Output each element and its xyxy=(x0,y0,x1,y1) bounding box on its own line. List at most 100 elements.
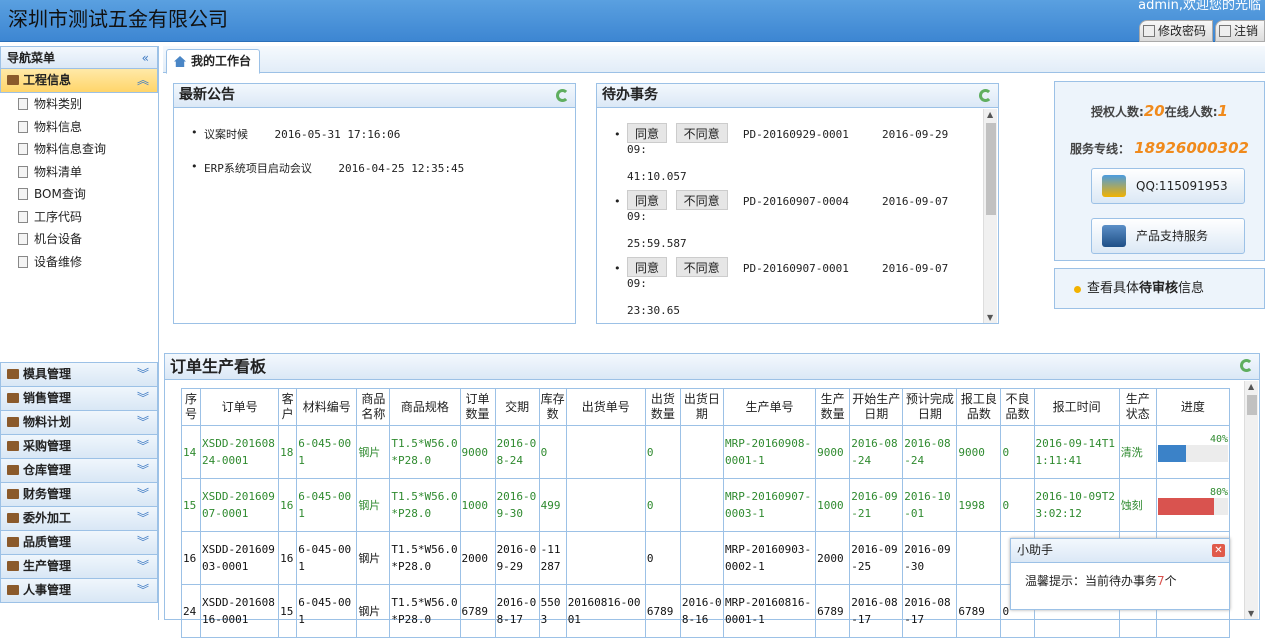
table-cell: T1.5*W56.0*P28.0 xyxy=(389,584,461,638)
announcement-item[interactable]: ERP系统项目启动会议 2016-04-25 12:35:45 xyxy=(191,160,464,176)
sidebar-group[interactable]: 品质管理 ︾ xyxy=(0,531,158,555)
helper-title-text: 小助手 xyxy=(1017,543,1054,557)
column-header: 出货数量 xyxy=(644,388,681,426)
sidebar-group[interactable]: 人事管理 ︾ xyxy=(0,579,158,603)
book-icon xyxy=(7,561,19,571)
table-cell: T1.5*W56.0*P28.0 xyxy=(389,531,461,585)
table-cell: 14 xyxy=(180,425,202,479)
sidebar-item[interactable]: 物料信息 xyxy=(0,116,158,139)
document-icon xyxy=(18,143,28,155)
scroll-down-icon[interactable]: ▼ xyxy=(987,313,993,322)
tab-workbench[interactable]: 我的工作台 xyxy=(166,49,261,74)
sidebar-group-label: 品质管理 xyxy=(23,535,72,549)
sidebar-item-label: 物料信息 xyxy=(34,119,83,134)
todo-time: 23:30.65 xyxy=(627,304,680,317)
table-cell xyxy=(679,531,724,585)
disagree-button[interactable]: 不同意 xyxy=(675,257,728,277)
table-cell xyxy=(565,531,646,585)
sidebar-group[interactable]: 生产管理 ︾ xyxy=(0,555,158,579)
table-cell: 2000 xyxy=(815,531,851,585)
book-icon xyxy=(7,513,19,523)
licensed-value: 20 xyxy=(1143,102,1165,120)
app-header: 深圳市测试五金有限公司 admin,欢迎您的光临 修改密码 注销 xyxy=(0,0,1265,42)
disagree-button[interactable]: 不同意 xyxy=(675,190,728,210)
table-cell: 2016-08-17 xyxy=(902,584,958,638)
table-row[interactable]: 14 XSDD-20160824-0001 18 6-045-001 钢片 T1.5*W5… xyxy=(180,425,1231,479)
table-cell: XSDD-20160907-0001 xyxy=(200,478,280,532)
collapse-icon[interactable]: « xyxy=(142,47,149,69)
todo-item: 同意 不同意 PD-20160907-0004 2016-09-07 09: 2… xyxy=(614,190,967,250)
column-header: 订单号 xyxy=(200,388,280,426)
support-button[interactable]: 产品支持服务 xyxy=(1091,218,1245,254)
table-header-row: 序号 订单号 客户 材料编号 商品名称 商品规格 订单数量 交期 库存数 出货单号 出货数量 出货日期… xyxy=(180,388,1231,426)
sidebar-item[interactable]: BOM查询 xyxy=(0,183,158,206)
todo-item: 同意 不同意 PD-20160929-0001 2016-09-29 09: 4… xyxy=(614,123,967,183)
table-cell: 2000 xyxy=(459,531,496,585)
table-cell: 0 xyxy=(538,425,567,479)
progress-track xyxy=(1157,498,1228,515)
table-cell: 2016-09-29 xyxy=(494,531,540,585)
todo-panel: 待办事务 同意 不同意 PD-20160929-0001 2016-09-29 … xyxy=(596,83,999,324)
table-cell: 15 xyxy=(278,584,298,638)
scroll-thumb[interactable] xyxy=(986,123,996,215)
sidebar-item[interactable]: 机台设备 xyxy=(0,228,158,251)
table-cell: T1.5*W56.0*P28.0 xyxy=(389,425,461,479)
sidebar-item[interactable]: 物料信息查询 xyxy=(0,138,158,161)
agree-button[interactable]: 同意 xyxy=(627,123,668,143)
table-cell: 6-045-001 xyxy=(296,425,358,479)
close-icon[interactable]: ✕ xyxy=(1212,544,1225,557)
sidebar-group[interactable]: 采购管理 ︾ xyxy=(0,435,158,459)
home-icon xyxy=(174,56,186,67)
disagree-button[interactable]: 不同意 xyxy=(675,123,728,143)
header-buttons: 修改密码 注销 xyxy=(1137,20,1265,42)
sidebar-group[interactable]: 物料计划 ︾ xyxy=(0,411,158,435)
announcement-item[interactable]: 议案时候 2016-05-31 17:16:06 xyxy=(191,126,400,142)
logout-button[interactable]: 注销 xyxy=(1214,20,1265,42)
user-greeting: admin,欢迎您的光临 xyxy=(1138,0,1261,13)
board-scrollbar[interactable]: ▲ ▼ xyxy=(1244,381,1258,619)
agree-button[interactable]: 同意 xyxy=(627,257,668,277)
nav-title-text: 导航菜单 xyxy=(7,51,56,65)
sidebar-item-label: 物料类别 xyxy=(34,97,83,111)
scroll-thumb[interactable] xyxy=(1247,395,1257,415)
check-pending-link[interactable]: 查看具体待审核信息 xyxy=(1054,268,1265,309)
todo-item: 同意 不同意 PD-20160907-0001 2016-09-07 09: 2… xyxy=(614,257,967,317)
sidebar-group[interactable]: 财务管理 ︾ xyxy=(0,483,158,507)
table-cell: 6-045-001 xyxy=(296,531,358,585)
qq-label: QQ:115091953 xyxy=(1136,179,1228,193)
table-cell: 钢片 xyxy=(356,531,391,585)
scroll-up-icon[interactable]: ▲ xyxy=(1248,382,1254,391)
refresh-icon[interactable] xyxy=(556,89,569,102)
sidebar-group[interactable]: 模具管理 ︾ xyxy=(0,363,158,387)
chevron-down-icon: ︾ xyxy=(136,415,149,429)
table-cell: 2016-08-17 xyxy=(494,584,540,638)
sidebar-item[interactable]: 物料清单 xyxy=(0,161,158,184)
scroll-up-icon[interactable]: ▲ xyxy=(987,110,993,119)
book-icon xyxy=(7,393,19,403)
table-cell: 钢片 xyxy=(356,478,391,532)
qq-icon xyxy=(1102,175,1126,197)
sidebar-item[interactable]: 工序代码 xyxy=(0,206,158,229)
todo-scrollbar[interactable]: ▲ ▼ xyxy=(983,109,997,323)
change-password-button[interactable]: 修改密码 xyxy=(1138,20,1213,42)
sidebar-group[interactable]: 仓库管理 ︾ xyxy=(0,459,158,483)
sidebar-group[interactable]: 委外加工 ︾ xyxy=(0,507,158,531)
support-label: 产品支持服务 xyxy=(1136,229,1209,243)
scroll-down-icon[interactable]: ▼ xyxy=(1248,609,1254,618)
sidebar-item[interactable]: 物料类别 xyxy=(0,93,158,116)
progress-bar: 40% xyxy=(1157,427,1228,477)
sidebar-item[interactable]: 设备维修 xyxy=(0,251,158,274)
table-cell: 6789 xyxy=(459,584,496,638)
tab-label: 我的工作台 xyxy=(191,54,252,68)
table-cell: 2016-10-01 xyxy=(902,478,958,532)
agree-button[interactable]: 同意 xyxy=(627,190,668,210)
table-row[interactable]: 15 XSDD-20160907-0001 16 6-045-001 钢片 T1.5*W5… xyxy=(180,478,1231,532)
refresh-icon[interactable] xyxy=(979,89,992,102)
book-icon xyxy=(7,75,19,85)
sidebar-group[interactable]: 销售管理 ︾ xyxy=(0,387,158,411)
sidebar-group-active[interactable]: 工程信息 ︽ xyxy=(0,69,158,93)
refresh-icon[interactable] xyxy=(1240,359,1253,372)
qq-button[interactable]: QQ:115091953 xyxy=(1091,168,1245,204)
document-icon xyxy=(18,255,28,268)
book-icon xyxy=(7,489,19,499)
